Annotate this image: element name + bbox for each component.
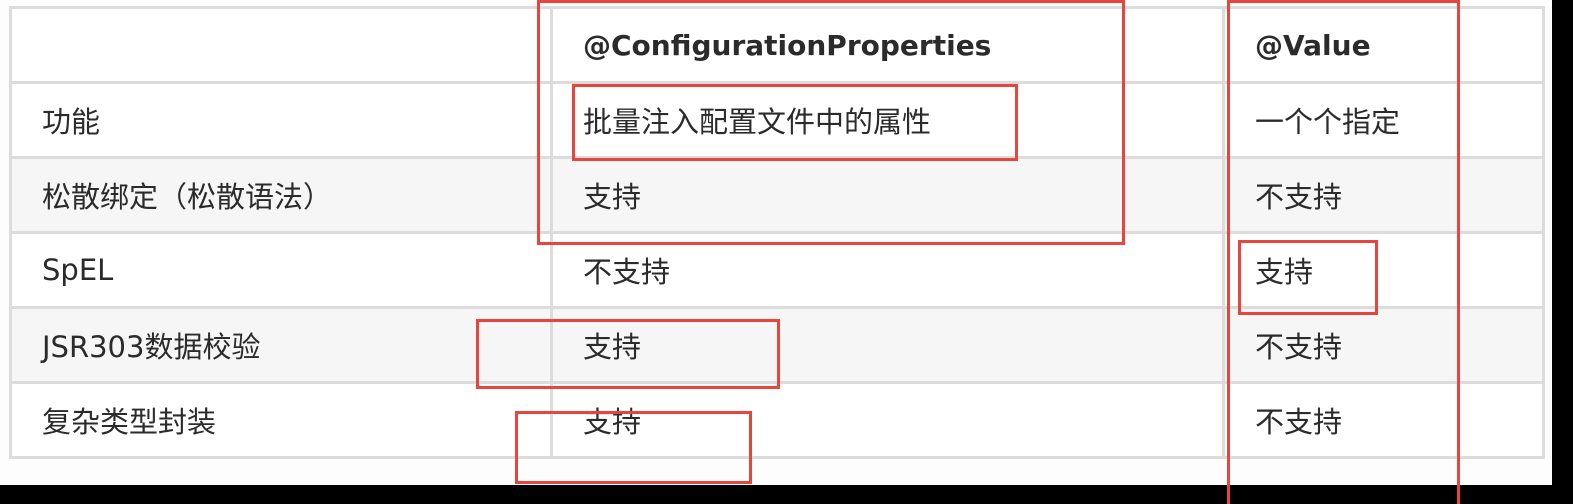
value-cell: 不支持 <box>1222 381 1545 459</box>
header-feature <box>9 6 553 84</box>
config-properties-cell: 批量注入配置文件中的属性 <box>550 81 1225 159</box>
feature-cell: JSR303数据校验 <box>9 306 553 384</box>
feature-cell: SpEL <box>9 231 553 309</box>
value-cell: 一个个指定 <box>1222 81 1545 159</box>
value-cell: 支持 <box>1222 231 1545 309</box>
config-properties-cell: 支持 <box>550 306 1225 384</box>
value-cell: 不支持 <box>1222 306 1545 384</box>
config-properties-cell: 支持 <box>550 381 1225 459</box>
header-configuration-properties: @ConfigurationProperties <box>550 6 1225 84</box>
table-row: SpEL 不支持 支持 <box>9 231 1545 309</box>
table-header-row: @ConfigurationProperties @Value <box>9 6 1545 84</box>
config-properties-cell: 不支持 <box>550 231 1225 309</box>
table-row: JSR303数据校验 支持 不支持 <box>9 306 1545 384</box>
comparison-table: @ConfigurationProperties @Value 功能 批量注入配… <box>9 6 1545 459</box>
value-cell: 不支持 <box>1222 156 1545 234</box>
feature-cell: 松散绑定（松散语法） <box>9 156 553 234</box>
table-row: 功能 批量注入配置文件中的属性 一个个指定 <box>9 81 1545 159</box>
header-value: @Value <box>1222 6 1545 84</box>
config-properties-cell: 支持 <box>550 156 1225 234</box>
feature-cell: 复杂类型封装 <box>9 381 553 459</box>
table-row: 松散绑定（松散语法） 支持 不支持 <box>9 156 1545 234</box>
comparison-sheet: @ConfigurationProperties @Value 功能 批量注入配… <box>0 0 1552 485</box>
table-row: 复杂类型封装 支持 不支持 <box>9 381 1545 459</box>
feature-cell: 功能 <box>9 81 553 159</box>
